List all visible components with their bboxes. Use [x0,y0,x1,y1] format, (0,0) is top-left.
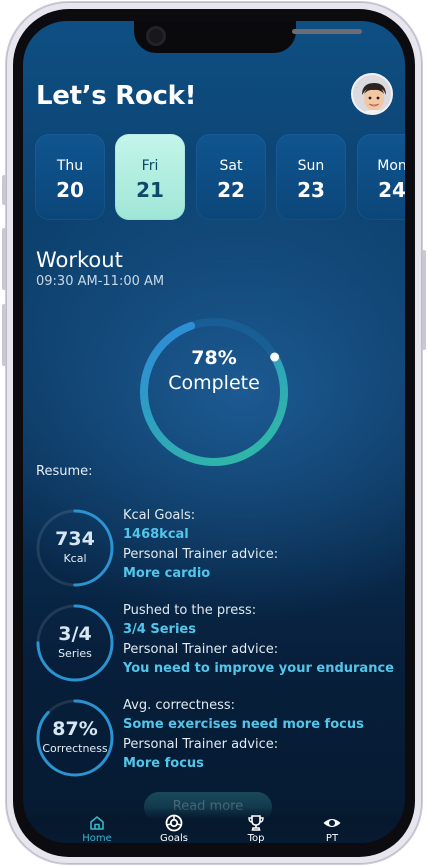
day-thu[interactable]: Thu 20 [35,134,105,220]
stat-correctness: 87% Correctness Avg. correctness: Some e… [23,698,405,788]
stat-series: 3/4 Series Pushed to the press: 3/4 Seri… [23,603,405,693]
day-mon[interactable]: Mon 24 [357,134,405,220]
stat-kcal: 734 Kcal Kcal Goals: 1468kcal Personal T… [23,508,405,598]
tab-label: Goals [160,833,188,843]
day-selector: Thu 20 Fri 21 Sat 22 Sun 23 Mon 24 [35,134,405,222]
trainer-advice-label: Personal Trainer advice: [123,737,279,752]
app-screen: Let’s Rock! Thu 20 Fri 21 Sat 22 Sun 23 [23,21,405,843]
day-number: 23 [297,178,325,202]
day-number: 24 [378,178,405,202]
day-sun[interactable]: Sun 23 [276,134,346,220]
resume-heading: Resume: [36,464,93,479]
day-fri[interactable]: Fri 21 [115,134,185,220]
mute-switch [2,175,6,205]
correctness-value: 87% [52,718,98,740]
press-label: Pushed to the press: [123,603,257,618]
goals-icon [165,814,183,832]
tab-pt[interactable]: PT [302,814,362,843]
progress-percent: 78% [191,347,237,369]
trainer-advice-value: You need to improve your endurance [123,661,394,676]
kcal-goals-label: Kcal Goals: [123,508,196,523]
press-value: 3/4 Series [123,622,196,637]
memoji-avatar-icon [353,75,391,113]
tab-home[interactable]: Home [67,814,127,843]
day-name: Thu [56,158,84,174]
home-icon [90,816,104,830]
day-number: 20 [56,178,84,202]
volume-up-button [2,228,6,290]
tab-top[interactable]: Top [226,814,286,843]
tab-label: PT [325,833,339,843]
day-sat[interactable]: Sat 22 [196,134,266,220]
kcal-unit: Kcal [63,552,87,565]
progress-label: Complete [168,372,260,394]
tab-goals[interactable]: Goals [144,814,204,843]
correctness-unit: Correctness [42,742,108,755]
day-name: Sat [219,158,243,174]
kcal-value: 734 [55,528,95,550]
power-button [422,250,426,350]
avg-correctness-label: Avg. correctness: [123,698,236,713]
avg-correctness-value: Some exercises need more focus [123,717,364,732]
trainer-advice-value: More focus [123,756,204,771]
day-number: 22 [217,178,245,202]
earpiece-speaker [292,29,362,34]
tab-label: Top [247,833,265,843]
tab-label: Home [82,833,112,843]
trainer-advice-value: More cardio [123,566,211,581]
series-unit: Series [58,647,92,660]
trainer-advice-label: Personal Trainer advice: [123,642,279,657]
day-name: Fri [141,158,159,174]
workout-time: 09:30 AM-11:00 AM [36,274,165,289]
workout-title: Workout [36,248,123,272]
volume-down-button [2,304,6,366]
kcal-goals-value: 1468kcal [123,527,189,542]
day-name: Sun [297,158,325,174]
series-value: 3/4 [58,623,92,645]
eye-icon [323,819,341,827]
day-name: Mon [377,158,405,174]
notch [134,21,362,53]
avatar[interactable] [351,73,393,115]
page-title: Let’s Rock! [36,81,197,111]
trainer-advice-label: Personal Trainer advice: [123,547,279,562]
front-camera [146,26,166,46]
trophy-icon [248,815,264,831]
day-number: 21 [136,178,164,202]
